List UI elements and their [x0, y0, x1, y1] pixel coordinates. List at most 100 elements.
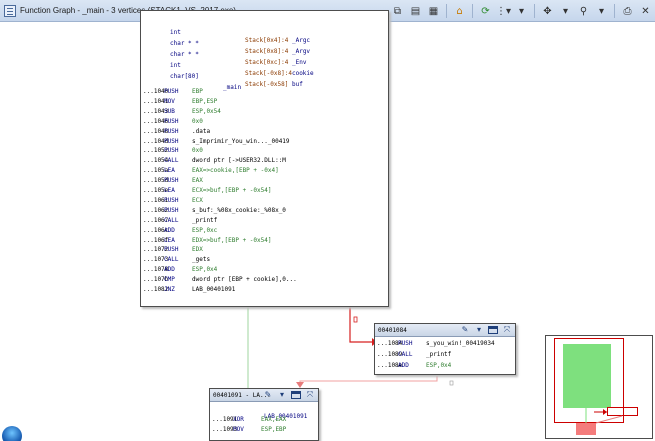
block-header-icons: ✎ ▾ ⤧	[263, 390, 315, 400]
instruction-mnemonic: LEA	[164, 187, 175, 194]
instruction-mnemonic: LEA	[164, 167, 175, 175]
instruction-mnemonic: ADD	[164, 226, 175, 234]
var-name[interactable]: _Argc	[292, 37, 310, 44]
instruction-mnemonic: CALL	[164, 216, 179, 224]
instruction-operand: EBP,ESP	[192, 97, 218, 105]
function-label[interactable]: _main	[223, 84, 241, 92]
var-loc-text: Stack[0x4]:4	[245, 37, 289, 44]
instruction-operand: EDX	[192, 246, 203, 254]
instruction-operand: _printf	[192, 216, 218, 224]
edge-main-to-1084	[349, 307, 372, 343]
var-location: Stack[0x4]:4 _Argc	[245, 37, 310, 45]
instruction-mnemonic: PUSH	[164, 127, 179, 135]
instruction-mnemonic: JNZ	[164, 286, 175, 293]
block-header[interactable]: 00401091 - LA... ✎ ▾ ⤧	[210, 389, 318, 402]
var-name[interactable]: cookie	[292, 70, 314, 77]
code-block-main[interactable]: int Stack[0x4]:4 _Argc char * * Stack[0x…	[140, 10, 389, 307]
instruction-operand: ESP,0x54	[192, 107, 221, 115]
edit-label-dropdown-icon[interactable]: ▾	[277, 390, 287, 400]
instruction-operand: s_buf:_%08x_cookie:_%08x_0	[192, 206, 286, 214]
instruction-mnemonic: PUSH	[164, 177, 179, 185]
code-block-00401084[interactable]: 00401084 ✎ ▾ ⤧ ...1084 PUSH s_you_win!_004…	[374, 323, 516, 375]
block-address: 00401084	[378, 326, 407, 334]
instruction-operand: EAX=>cookie,[EBP + -0x4]	[192, 167, 279, 175]
instruction-operand: ESP,0xc	[192, 226, 218, 234]
var-loc-text: Stack[0x8]:4	[245, 48, 289, 55]
edit-label-icon[interactable]: ✎	[460, 325, 470, 335]
variable-row: char[80] Stack[-0x58] buf	[141, 65, 303, 88]
instruction-operand: EAX,EAX	[261, 416, 287, 423]
instruction-operand: dword ptr [EBP + cookie],0...	[192, 276, 297, 284]
instruction-mnemonic: PUSH	[398, 340, 413, 347]
full-view-icon[interactable]	[488, 326, 498, 334]
collapse-icon[interactable]: ⤧	[502, 325, 512, 335]
instruction-mnemonic: XOR	[233, 416, 244, 423]
var-location: Stack[-0x8]:4cookie	[245, 70, 314, 78]
instruction-operand: EDX=>buf,[EBP + -0x54]	[192, 236, 272, 244]
instruction-operand: _printf	[426, 351, 452, 358]
instruction-mnemonic: PUSH	[164, 147, 179, 155]
instruction-operand: 0x0	[192, 117, 203, 125]
instruction-mnemonic: MOV	[164, 97, 175, 105]
start-button[interactable]	[0, 424, 24, 441]
instruction-operand: ESP,0x4	[426, 362, 452, 369]
var-type: int	[170, 62, 181, 69]
satellite-overview[interactable]	[545, 335, 653, 439]
instruction-list: ...1084 PUSH s_you_win!_00419034 ...1089 CAL…	[375, 337, 515, 374]
variable-row: int Stack[-0x8]:4cookie	[141, 54, 314, 77]
instruction-operand: 0x0	[192, 147, 203, 155]
variable-row: char * * Stack[0x8]:4 _Argv	[141, 32, 310, 55]
instruction-mnemonic: ADD	[398, 362, 409, 369]
instruction-mnemonic: CMP	[164, 276, 175, 284]
var-loc-text: Stack[0xc]:4	[245, 59, 289, 66]
block-header[interactable]: 00401084 ✎ ▾ ⤧	[375, 324, 515, 337]
var-location: Stack[-0x58] buf	[245, 81, 303, 89]
instruction-operand: ESP,EBP	[261, 426, 287, 433]
edge-handle	[449, 380, 454, 386]
instruction-mnemonic: CALL	[164, 157, 179, 165]
edit-label-dropdown-icon[interactable]: ▾	[474, 325, 484, 335]
instruction-mnemonic: LEA	[164, 236, 175, 244]
instruction-operand: EAX	[192, 177, 203, 185]
collapse-icon[interactable]: ⤧	[305, 390, 315, 400]
instruction-operand: ECX	[192, 196, 203, 204]
instruction-operand: s_Imprimir_You_win..._00419	[192, 137, 290, 145]
var-location: Stack[0x8]:4 _Argv	[245, 48, 310, 56]
edit-label-icon[interactable]: ✎	[263, 390, 273, 400]
var-name[interactable]: _Argv	[292, 48, 310, 55]
instruction-operand: EBP	[192, 88, 203, 95]
instruction-operand: dword ptr [->USER32.DLL::M	[192, 157, 286, 165]
windows-orb-icon	[2, 426, 22, 441]
instruction-mnemonic: CALL	[164, 256, 179, 264]
edge-1084-to-lab	[299, 376, 438, 386]
instruction-mnemonic: PUSH	[164, 117, 179, 125]
instruction-mnemonic: PUSH	[164, 88, 179, 95]
instruction-mnemonic: PUSH	[164, 206, 179, 214]
instruction-operand: ECX=>buf,[EBP + -0x54]	[192, 187, 272, 194]
instruction-mnemonic: PUSH	[164, 246, 179, 254]
var-location: Stack[0xc]:4 _Env	[245, 59, 306, 67]
instruction-operand: s_you_win!_00419034	[426, 340, 495, 347]
instruction-mnemonic: ADD	[164, 266, 175, 274]
instruction-mnemonic: PUSH	[164, 137, 179, 145]
var-loc-text: Stack[-0x8]:4	[245, 70, 292, 77]
var-type: char[80]	[170, 73, 199, 80]
var-name[interactable]: buf	[292, 81, 303, 88]
label-row: LAB_00401091	[210, 405, 307, 420]
block-header-icons: ✎ ▾ ⤧	[460, 325, 512, 335]
var-type: char * *	[170, 40, 199, 47]
code-block-00401091[interactable]: 00401091 - LA... ✎ ▾ ⤧ LAB_00401091 ...1…	[209, 388, 319, 441]
full-view-icon[interactable]	[291, 391, 301, 399]
instruction-operand: .data	[192, 127, 211, 135]
var-type: int	[170, 29, 181, 36]
instruction-mnemonic: MOV	[233, 426, 244, 433]
var-name[interactable]: _Env	[292, 59, 306, 66]
instruction-operand: ESP,0x4	[192, 266, 218, 274]
instruction-operand: _gets	[192, 256, 211, 264]
variable-row: char * * Stack[0xc]:4 _Env	[141, 43, 306, 66]
function-label-row: _main	[141, 76, 241, 91]
block-body: LAB_00401091 ...1091 XOR EAX,EAX ...1093 MOV…	[210, 402, 318, 440]
var-type: char * *	[170, 51, 199, 58]
instruction-mnemonic: CALL	[398, 351, 413, 358]
var-loc-text: Stack[-0x58]	[245, 81, 289, 88]
